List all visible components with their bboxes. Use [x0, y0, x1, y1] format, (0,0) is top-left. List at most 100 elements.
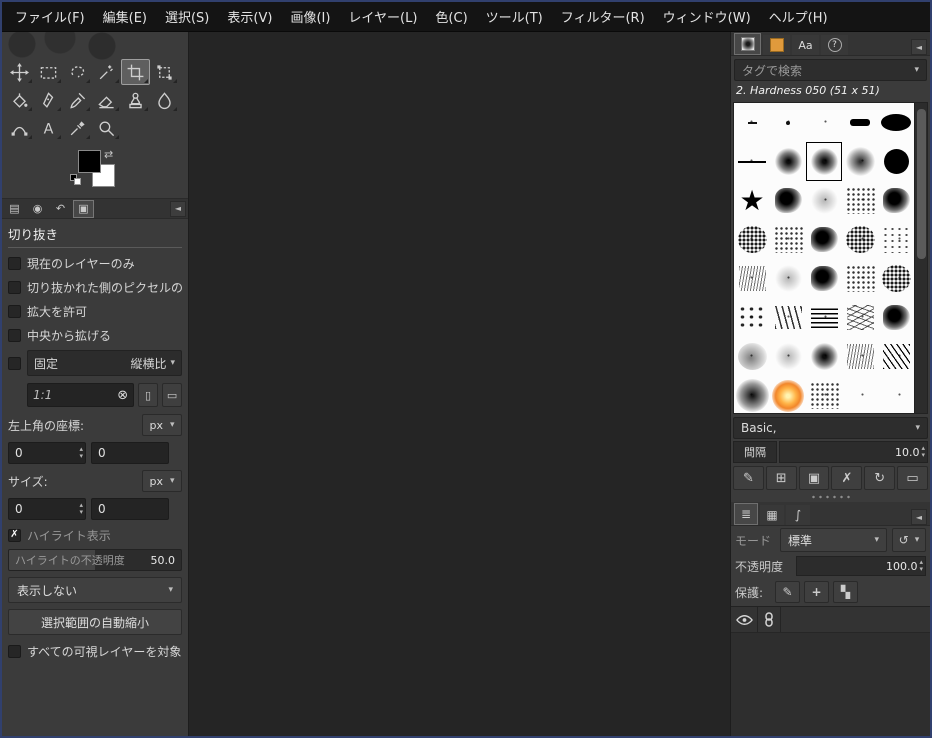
checkbox[interactable] — [8, 304, 21, 318]
option-row[interactable]: 現在のレイヤーのみ — [8, 251, 182, 275]
menu-item[interactable]: 色(C) — [426, 1, 476, 32]
tab-fonts[interactable]: Aa — [792, 35, 819, 55]
brush-cell-soft2[interactable] — [842, 142, 878, 181]
duplicate-brush-button[interactable]: ▣ — [798, 466, 830, 490]
aspect-ratio-input[interactable]: 1:1 ⊗ — [27, 383, 135, 407]
refresh-brushes-button[interactable]: ↻ — [864, 466, 896, 490]
brush-cell-bar[interactable] — [842, 103, 878, 142]
tab-brushes[interactable] — [734, 33, 761, 55]
canvas-area[interactable] — [189, 32, 730, 736]
rect-select-tool-button[interactable] — [34, 59, 63, 85]
highlight-checkbox[interactable]: ✗ — [8, 528, 21, 542]
brush-cell-star[interactable]: ★ — [734, 181, 770, 220]
brush-cell-texture[interactable] — [878, 259, 914, 298]
dock-splitter[interactable] — [731, 492, 930, 502]
open-brush-button[interactable]: ▭ — [897, 466, 928, 490]
default-colors-icon[interactable] — [70, 174, 82, 186]
layer-link-toggle[interactable] — [758, 607, 781, 632]
brush-cell-speckle[interactable] — [842, 181, 878, 220]
layer-row[interactable] — [731, 607, 930, 633]
brush-filter-combo[interactable]: Basic, ▾ — [733, 417, 928, 439]
spinner-arrows[interactable]: ▴ ▾ — [79, 502, 83, 516]
all-layers-option-row[interactable]: すべての可視レイヤーを対象にす — [8, 639, 182, 663]
clone-tool-button[interactable] — [121, 87, 150, 113]
brush-cell-faint[interactable] — [770, 337, 806, 376]
highlight-opacity-slider[interactable]: ハイライトの不透明度 50.0 — [8, 549, 182, 571]
size-width-spinner[interactable]: 0 ▴ ▾ — [8, 498, 86, 520]
brushes-dock-menu-button[interactable]: ◄ — [911, 39, 927, 55]
layer-list[interactable] — [731, 606, 930, 736]
layer-mode-combo[interactable]: 標準 ▾ — [780, 528, 887, 552]
mode-switch-button[interactable]: ↺ ▾ — [892, 528, 926, 552]
lock-alpha-button[interactable]: ▚ — [833, 581, 858, 603]
shrink-to-selection-button[interactable]: 選択範囲の自動縮小 — [8, 609, 182, 635]
position-y-spinner[interactable]: 0 — [91, 442, 169, 464]
spinner-arrows[interactable]: ▴ ▾ — [921, 445, 925, 459]
brush-cell-splat[interactable] — [878, 298, 914, 337]
menu-item[interactable]: 画像(I) — [281, 1, 339, 32]
brush-cell-hatch[interactable] — [806, 298, 842, 337]
free-select-tool-button[interactable] — [63, 59, 92, 85]
brush-cell-soft-selected[interactable] — [806, 142, 842, 181]
text-tool-button[interactable]: A — [34, 115, 63, 141]
portrait-orientation-button[interactable]: ▯ — [138, 383, 159, 407]
brush-cell-faint[interactable] — [770, 259, 806, 298]
delete-brush-button[interactable]: ✗ — [831, 466, 863, 490]
crop-tool-button[interactable] — [121, 59, 150, 85]
tab-layers[interactable]: ≣ — [734, 503, 758, 525]
brush-cell-speckle[interactable] — [842, 259, 878, 298]
brush-cell-grass[interactable] — [770, 298, 806, 337]
brush-cell-blank[interactable] — [806, 103, 842, 142]
foreground-color-swatch[interactable] — [78, 150, 101, 173]
brush-cell-dash-tiny[interactable] — [734, 103, 770, 142]
brush-cell-faint[interactable] — [806, 181, 842, 220]
checkbox[interactable] — [8, 280, 21, 294]
brush-cell-sparks[interactable] — [842, 298, 878, 337]
spinner-arrows[interactable]: ▴ ▾ — [919, 559, 923, 573]
paintbrush-tool-button[interactable] — [63, 87, 92, 113]
layers-dock-menu-button[interactable]: ◄ — [911, 509, 927, 525]
fuzzy-select-tool-button[interactable] — [92, 59, 121, 85]
tab-pointer[interactable]: ▣ — [73, 199, 94, 218]
tab-undo-history[interactable]: ↶ — [50, 200, 71, 218]
menu-item[interactable]: 編集(E) — [94, 1, 156, 32]
brush-cell-splat[interactable] — [770, 181, 806, 220]
option-row[interactable]: 切り抜かれた側のピクセルの削除 — [8, 275, 182, 299]
landscape-orientation-button[interactable]: ▭ — [162, 383, 182, 407]
brush-cell-speckle[interactable] — [806, 376, 842, 415]
tab-tool-options[interactable]: ▤ — [4, 200, 25, 218]
brush-cell-circle[interactable] — [878, 142, 914, 181]
brush-cell-soft[interactable] — [770, 142, 806, 181]
transform-tool-button[interactable] — [150, 59, 179, 85]
smudge-tool-button[interactable] — [150, 87, 179, 113]
guides-combo[interactable]: 表示しない ▾ — [8, 577, 182, 603]
new-brush-button[interactable]: ⊞ — [765, 466, 797, 490]
brush-cell-dot-tiny[interactable] — [770, 103, 806, 142]
tab-paths[interactable]: ∫ — [786, 505, 810, 525]
menu-item[interactable]: ヘルプ(H) — [760, 1, 837, 32]
size-unit-combo[interactable]: px ▾ — [142, 470, 182, 492]
menu-item[interactable]: ツール(T) — [477, 1, 552, 32]
layer-visibility-toggle[interactable] — [731, 607, 758, 632]
position-x-spinner[interactable]: 0 ▴ ▾ — [8, 442, 86, 464]
ink-tool-button[interactable] — [34, 87, 63, 113]
eraser-tool-button[interactable] — [92, 87, 121, 113]
bucket-fill-tool-button[interactable] — [5, 87, 34, 113]
move-tool-button[interactable] — [5, 59, 34, 85]
lock-pixels-button[interactable]: ✎ — [775, 581, 800, 603]
brush-cell-diag[interactable] — [878, 337, 914, 376]
option-row[interactable]: 中央から拡げる — [8, 323, 182, 347]
brush-cell-glow[interactable] — [770, 376, 806, 415]
tab-device-status[interactable]: ◉ — [27, 200, 48, 218]
paths-tool-button[interactable] — [5, 115, 34, 141]
fixed-checkbox[interactable] — [8, 356, 21, 370]
position-unit-combo[interactable]: px ▾ — [142, 414, 182, 436]
brush-cell-splat[interactable] — [806, 259, 842, 298]
brush-cell-chalk[interactable] — [842, 337, 878, 376]
tab-patterns[interactable] — [763, 35, 790, 55]
brush-cell-splat[interactable] — [806, 220, 842, 259]
brush-cell-texture[interactable] — [734, 220, 770, 259]
clear-icon[interactable]: ⊗ — [117, 388, 128, 403]
left-dock-menu-button[interactable]: ◄ — [170, 200, 186, 217]
tab-channels[interactable]: ▦ — [760, 505, 784, 525]
